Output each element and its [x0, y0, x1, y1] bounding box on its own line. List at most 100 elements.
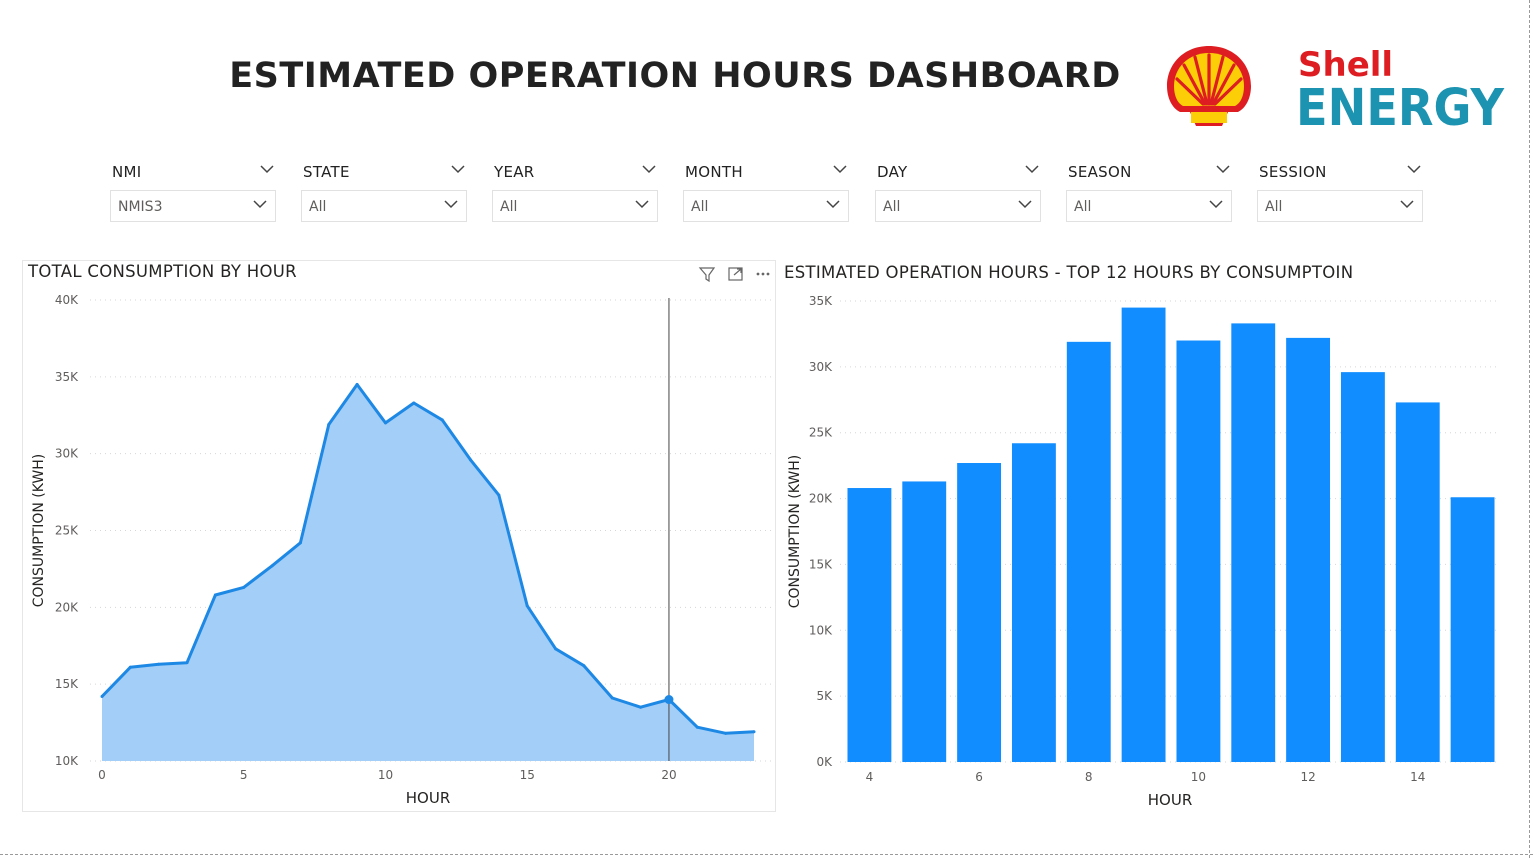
data-point — [298, 541, 302, 545]
slicer-value: All — [1265, 199, 1283, 215]
slicer-year: YEAR All — [492, 162, 660, 224]
slicer-dropdown[interactable]: All — [875, 190, 1041, 222]
data-point — [157, 662, 161, 666]
x-tick-label: 8 — [1085, 770, 1093, 784]
x-tick-label: 15 — [520, 768, 535, 782]
x-tick-label: 5 — [240, 768, 248, 782]
data-point — [610, 696, 614, 700]
bar — [1286, 337, 1331, 762]
bar — [1450, 497, 1495, 762]
y-tick-label: 25K — [55, 524, 79, 538]
slicer-nmi: NMI NMIS3 — [110, 162, 278, 224]
slicer-dropdown[interactable]: All — [301, 190, 467, 222]
page-border-bottom — [0, 854, 1533, 855]
chart-title-top-12-hours: ESTIMATED OPERATION HOURS - TOP 12 HOURS… — [784, 263, 1354, 282]
bar — [1231, 323, 1276, 762]
chevron-down-icon[interactable] — [833, 165, 847, 174]
y-tick-label: 5K — [816, 689, 833, 703]
slicer-header[interactable]: MONTH — [685, 162, 849, 184]
slicer-header[interactable]: DAY — [877, 162, 1041, 184]
data-point — [128, 665, 132, 669]
chevron-down-icon[interactable] — [1216, 165, 1230, 174]
more-options-icon[interactable] — [756, 272, 770, 276]
slicer-label: SEASON — [1068, 163, 1132, 181]
x-tick-label: 4 — [866, 770, 874, 784]
slicer-dropdown[interactable]: All — [1257, 190, 1423, 222]
chart-title-consumption-by-hour: TOTAL CONSUMPTION BY HOUR — [28, 262, 297, 281]
chevron-down-icon[interactable] — [642, 165, 656, 174]
chevron-down-icon — [253, 200, 267, 209]
chevron-down-icon[interactable] — [1407, 165, 1421, 174]
slicer-day: DAY All — [875, 162, 1043, 224]
chevron-down-icon[interactable] — [451, 165, 465, 174]
slicer-value: All — [883, 199, 901, 215]
bar — [1176, 340, 1221, 762]
slicer-label: SESSION — [1259, 163, 1327, 181]
x-tick-label: 20 — [661, 768, 676, 782]
data-point — [695, 725, 699, 729]
x-tick-label: 0 — [98, 768, 106, 782]
chevron-down-icon[interactable] — [1025, 165, 1039, 174]
data-point — [412, 401, 416, 405]
data-point — [440, 418, 444, 422]
data-point — [469, 458, 473, 462]
x-tick-label: 12 — [1300, 770, 1315, 784]
data-point — [639, 705, 643, 709]
bar — [847, 488, 892, 762]
bar — [957, 463, 1002, 762]
brand-name-energy: ENERGY — [1296, 79, 1505, 132]
slicer-value: All — [309, 199, 327, 215]
filter-icon[interactable] — [698, 267, 716, 283]
slicer-header[interactable]: NMI — [112, 162, 276, 184]
slicer-header[interactable]: STATE — [303, 162, 467, 184]
slicer-dropdown[interactable]: NMIS3 — [110, 190, 276, 222]
x-tick-label: 10 — [378, 768, 393, 782]
y-axis-title: CONSUMPTION (KWH) — [787, 455, 803, 609]
chevron-down-icon[interactable] — [260, 165, 274, 174]
bar — [1011, 443, 1056, 762]
chevron-down-icon — [826, 200, 840, 209]
slicer-dropdown[interactable]: All — [683, 190, 849, 222]
slicer-season: SEASON All — [1066, 162, 1234, 224]
slicer-month: MONTH All — [683, 162, 851, 224]
area-fill — [102, 384, 754, 761]
slicer-label: MONTH — [685, 163, 743, 181]
y-tick-label: 35K — [809, 294, 833, 308]
slicer-header[interactable]: SEASON — [1068, 162, 1232, 184]
x-tick-label: 6 — [975, 770, 983, 784]
bar-chart-top-12-hours[interactable]: 0K 5K 10K 15K 20K 25K 30K 35K 4 6 8 10 12 14 HOUR CONSU… — [780, 285, 1520, 812]
bar — [1121, 307, 1166, 762]
shell-energy-wordmark: Shell ENERGY — [1296, 45, 1505, 132]
slicer-state: STATE All — [301, 162, 469, 224]
y-tick-label: 15K — [55, 677, 79, 691]
y-tick-label: 30K — [809, 360, 833, 374]
data-point — [355, 383, 359, 387]
slicer-dropdown[interactable]: All — [492, 190, 658, 222]
shell-logo-icon — [1167, 46, 1251, 126]
chevron-down-icon — [1209, 200, 1223, 209]
x-tick-label: 10 — [1191, 770, 1206, 784]
data-point — [525, 604, 529, 608]
y-tick-label: 40K — [55, 293, 79, 307]
slicer-label: STATE — [303, 163, 350, 181]
slicer-value: All — [500, 199, 518, 215]
slicer-header[interactable]: SESSION — [1259, 162, 1423, 184]
area-chart-consumption-by-hour[interactable]: 10K 15K 20K 25K 30K 35K 40K 0 5 10 15 20 HOUR CONSUMP… — [22, 285, 776, 812]
chevron-down-icon — [444, 200, 458, 209]
slicer-header[interactable]: YEAR — [494, 162, 658, 184]
bar — [902, 481, 947, 762]
slicer-session: SESSION All — [1257, 162, 1425, 224]
page-border-right — [1529, 0, 1530, 858]
data-point — [724, 731, 728, 735]
chevron-down-icon — [1400, 200, 1414, 209]
slicer-dropdown[interactable]: All — [1066, 190, 1232, 222]
bar — [1340, 372, 1385, 762]
y-tick-label: 25K — [809, 426, 833, 440]
y-tick-label: 20K — [55, 600, 79, 614]
data-point — [185, 661, 189, 665]
focus-mode-icon[interactable] — [728, 267, 743, 281]
y-tick-label: 10K — [55, 754, 79, 768]
y-tick-label: 35K — [55, 370, 79, 384]
hover-point — [664, 695, 674, 705]
data-point — [242, 585, 246, 589]
